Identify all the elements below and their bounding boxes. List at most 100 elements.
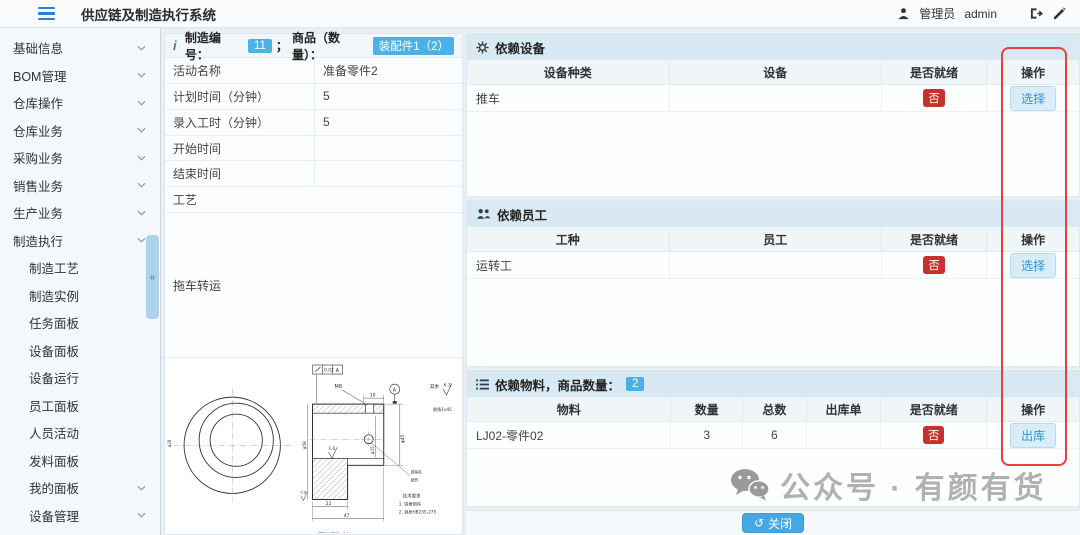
staff-row: 运转工 否 选择 (467, 252, 1079, 279)
user-role: 管理员 (919, 5, 955, 22)
svg-text:图2(例1-1): 图2(例1-1) (319, 531, 349, 532)
chevron-down-icon (137, 155, 146, 161)
svg-text:φ58: φ58 (302, 441, 307, 449)
sidebar-item-warehouse-biz[interactable]: 仓库业务 (0, 117, 160, 145)
dependencies-panel: 依赖设备 设备种类 设备 是否就绪 操作 推车 否 选择 (466, 33, 1080, 535)
ready-badge: 否 (923, 426, 945, 444)
info-icon: i (173, 38, 181, 53)
svg-text:10: 10 (370, 393, 376, 399)
menu-icon[interactable] (38, 7, 55, 21)
select-staff-button[interactable]: 选择 (1010, 253, 1056, 278)
outbound-button[interactable]: 出库 (1010, 423, 1056, 448)
materials-table-header: 物料 数量 总数 出库单 是否就绪 操作 (467, 397, 1079, 422)
svg-text:47: 47 (344, 513, 350, 519)
staff-employee (670, 252, 882, 278)
svg-text:倒角1x45: 倒角1x45 (433, 407, 452, 414)
sidebar-item-production[interactable]: 生产业务 (0, 199, 160, 227)
process-value: 拖车转运 (165, 213, 462, 358)
mfg-no-badge: 11 (248, 39, 272, 53)
panel-footer: ↺ 关闭 (466, 510, 1080, 535)
equipment-kind: 推车 (467, 85, 670, 111)
activity-row: 计划时间（分钟）5 (165, 84, 462, 110)
svg-text:锥销孔: 锥销孔 (411, 470, 423, 475)
chevron-down-icon (137, 45, 146, 51)
sidebar-item-basic-info[interactable]: 基础信息 (0, 34, 160, 62)
svg-text:1.6: 1.6 (329, 446, 336, 451)
svg-text:1. 锐角倒钝: 1. 锐角倒钝 (399, 501, 422, 508)
select-equipment-button[interactable]: 选择 (1010, 86, 1056, 111)
equipment-device (670, 85, 882, 111)
material-row: LJ02-零件02 3 6 否 出库 (467, 422, 1079, 449)
process-label: 工艺 (165, 187, 462, 213)
sidebar-item-purchasing[interactable]: 采购业务 (0, 144, 160, 172)
staff-table-header: 工种 员工 是否就绪 操作 (467, 227, 1079, 252)
sidebar-collapse-handle[interactable]: « (146, 235, 159, 319)
sidebar-item-staff-panel[interactable]: 员工面板 (0, 392, 160, 420)
product-badge[interactable]: 装配件1（2） (373, 37, 454, 55)
sidebar: 基础信息 BOM管理 仓库操作 仓库业务 采购业务 销售业务 生产业务 制造执 (0, 28, 161, 535)
ready-badge: 否 (923, 89, 945, 107)
gear-icon (476, 41, 489, 54)
collapse-icon: « (150, 272, 156, 283)
section-title: 依赖设备 (495, 38, 545, 57)
sidebar-item-mfg-instance[interactable]: 制造实例 (0, 282, 160, 310)
material-qty: 3 (671, 422, 743, 448)
part-drawing: φ28 0.02 A (165, 358, 462, 534)
sidebar-item-device-run[interactable]: 设备运行 (0, 364, 160, 392)
svg-text:A: A (336, 368, 340, 374)
logout-icon[interactable] (1029, 7, 1044, 20)
sidebar-item-task-panel[interactable]: 任务面板 (0, 309, 160, 337)
close-button[interactable]: ↺ 关闭 (742, 513, 804, 533)
svg-text:M8: M8 (335, 384, 343, 390)
sidebar-item-bom[interactable]: BOM管理 (0, 62, 160, 90)
manufacture-info-bar: i 制造编号： 11 ； 商品（数量）： 装配件1（2） (165, 34, 462, 58)
sidebar-item-device-mgmt[interactable]: 设备管理 (0, 502, 160, 530)
sidebar-item-personnel-activity[interactable]: 人员活动 (0, 419, 160, 447)
svg-text:φ45: φ45 (400, 435, 406, 444)
app-title: 供应链及制造执行系统 (81, 4, 216, 24)
svg-text:6.3: 6.3 (444, 383, 451, 388)
chevron-down-icon (137, 127, 146, 133)
activity-row: 结束时间 (165, 161, 462, 187)
equipment-table-header: 设备种类 设备 是否就绪 操作 (467, 60, 1079, 85)
staff-section: 依赖员工 工种 员工 是否就绪 操作 运转工 否 选择 (466, 200, 1080, 367)
top-bar: 供应链及制造执行系统 管理员 admin (0, 0, 1080, 28)
undo-icon: ↺ (754, 516, 764, 530)
svg-text:A: A (393, 388, 397, 394)
sidebar-item-material-issue-panel[interactable]: 发料面板 (0, 447, 160, 475)
sidebar-item-warehouse-ops[interactable]: 仓库操作 (0, 89, 160, 117)
svg-text:0.02: 0.02 (324, 368, 334, 374)
svg-text:22: 22 (326, 501, 332, 507)
sidebar-item-mfg-process[interactable]: 制造工艺 (0, 254, 160, 282)
svg-text:φ25: φ25 (370, 446, 375, 454)
people-icon (476, 208, 491, 220)
wechat-icon (730, 468, 770, 502)
svg-text:配作: 配作 (411, 478, 419, 483)
sidebar-item-mfg-execution[interactable]: 制造执行 (0, 227, 160, 255)
svg-text:0.8: 0.8 (300, 491, 306, 495)
section-title: 依赖物料，商品数量： (495, 375, 620, 394)
list-icon (476, 379, 489, 390)
edit-pencil-icon[interactable] (1053, 7, 1066, 20)
chevron-down-icon (137, 210, 146, 216)
chevron-down-icon (137, 182, 146, 188)
sidebar-item-sales[interactable]: 销售业务 (0, 172, 160, 200)
chevron-down-icon (137, 237, 146, 243)
user-name[interactable]: admin (964, 7, 997, 21)
svg-text:技术要求: 技术要求 (403, 493, 421, 500)
chevron-down-icon (137, 72, 146, 78)
material-name: LJ02-零件02 (467, 422, 671, 448)
watermark: 公众号 · 有颜有货 (730, 463, 1047, 507)
user-icon (897, 7, 910, 20)
sidebar-item-my-panel[interactable]: 我的面板 (0, 474, 160, 502)
svg-text:其余: 其余 (430, 383, 440, 390)
staff-kind: 运转工 (467, 252, 670, 278)
svg-text:φ28: φ28 (167, 439, 172, 447)
material-outbound (807, 422, 882, 448)
activity-row: 录入工时（分钟）5 (165, 110, 462, 136)
section-title: 依赖员工 (497, 205, 547, 224)
equipment-section: 依赖设备 设备种类 设备 是否就绪 操作 推车 否 选择 (466, 33, 1080, 197)
sidebar-item-device-panel[interactable]: 设备面板 (0, 337, 160, 365)
svg-text:2. 调质HB235-275: 2. 调质HB235-275 (399, 509, 437, 516)
chevron-down-icon (137, 485, 146, 491)
